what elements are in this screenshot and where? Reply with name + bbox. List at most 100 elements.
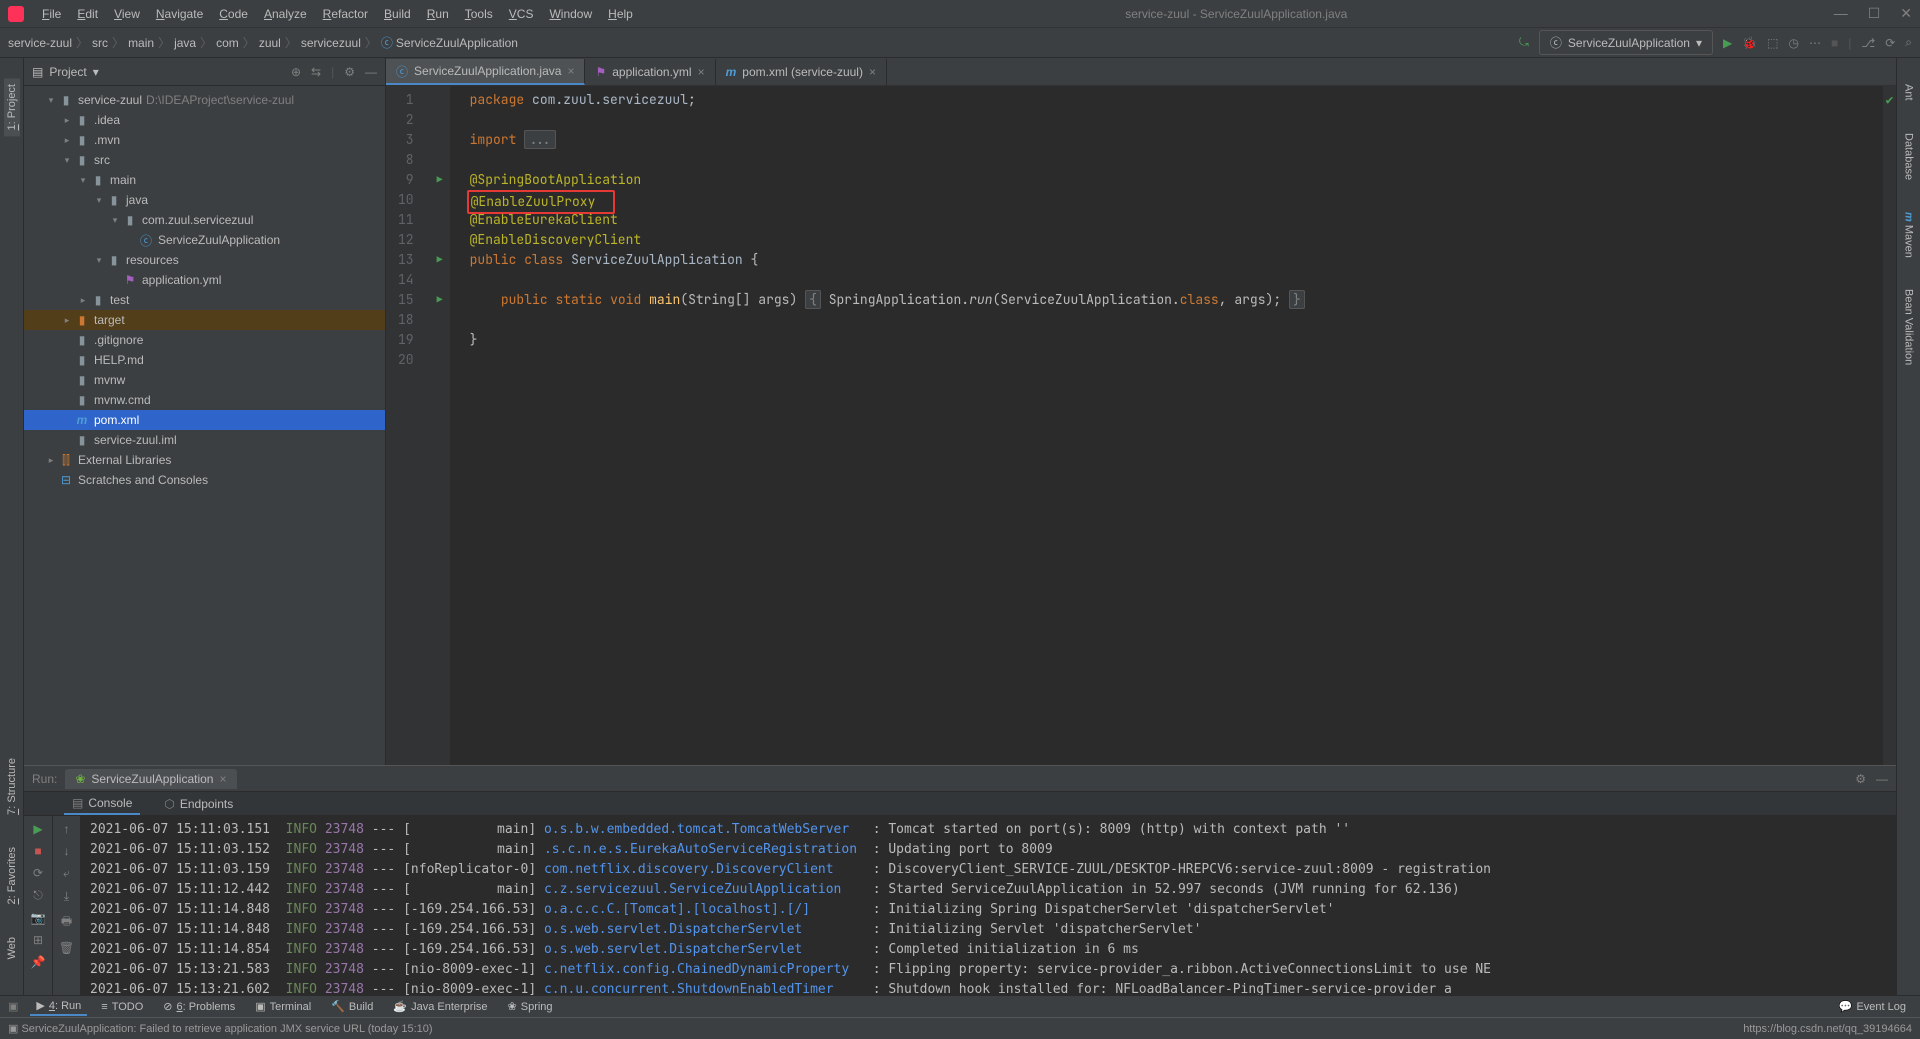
- tree-row[interactable]: ▸▮.idea: [24, 110, 385, 130]
- project-tool-tab[interactable]: 1: Project: [4, 78, 20, 136]
- menu-analyze[interactable]: Analyze: [258, 5, 313, 23]
- close-tab-icon[interactable]: ×: [869, 65, 876, 79]
- project-tree[interactable]: ▾▮service-zuul D:\IDEAProject\service-zu…: [24, 86, 385, 494]
- tree-row[interactable]: ▮service-zuul.iml: [24, 430, 385, 450]
- git-icon[interactable]: ⎇: [1861, 36, 1875, 50]
- tree-row[interactable]: ▾▮service-zuul D:\IDEAProject\service-zu…: [24, 90, 385, 110]
- hide-icon[interactable]: —: [365, 65, 377, 79]
- menu-build[interactable]: Build: [378, 5, 417, 23]
- editor-tab[interactable]: mpom.xml (service-zuul)×: [716, 59, 887, 85]
- editor-tab[interactable]: ⚑application.yml×: [585, 59, 715, 85]
- restart-icon[interactable]: ⟳: [33, 866, 43, 880]
- settings-icon[interactable]: ⚙: [1855, 772, 1866, 786]
- tree-row[interactable]: ⚑application.yml: [24, 270, 385, 290]
- maximize-icon[interactable]: ☐: [1868, 5, 1881, 22]
- breadcrumb-item[interactable]: zuul: [259, 36, 281, 50]
- maven-tool-tab[interactable]: m Maven: [1901, 206, 1917, 264]
- close-tab-icon[interactable]: ×: [567, 64, 574, 78]
- breadcrumb-item[interactable]: main: [128, 36, 154, 50]
- soft-wrap-icon[interactable]: ⤶: [63, 866, 70, 881]
- build-icon[interactable]: ⤿: [1519, 35, 1529, 50]
- tool-window-icon[interactable]: ▣: [8, 1000, 18, 1013]
- menu-help[interactable]: Help: [602, 5, 639, 23]
- tree-row[interactable]: ⊟Scratches and Consoles: [24, 470, 385, 490]
- stop-icon[interactable]: ■: [34, 844, 41, 858]
- settings-icon[interactable]: ⚙: [344, 65, 355, 79]
- bottom-tab[interactable]: ❀Spring: [502, 997, 559, 1016]
- menu-view[interactable]: View: [108, 5, 146, 23]
- run-config-selector[interactable]: ⓒ ServiceZuulApplication ▾: [1539, 30, 1713, 55]
- tree-row[interactable]: ▮HELP.md: [24, 350, 385, 370]
- bottom-tab[interactable]: ☕Java Enterprise: [387, 997, 493, 1016]
- menu-refactor[interactable]: Refactor: [317, 5, 374, 23]
- expand-all-icon[interactable]: ⇆: [311, 65, 321, 79]
- menu-run[interactable]: Run: [421, 5, 455, 23]
- web-tool-tab[interactable]: Web: [4, 931, 20, 965]
- search-icon[interactable]: ⌕: [1905, 35, 1912, 50]
- run-subtab-console[interactable]: ▤Console: [64, 793, 140, 815]
- code-area[interactable]: package com.zuul.servicezuul;import ...@…: [450, 86, 1882, 765]
- tree-row[interactable]: ▾▮java: [24, 190, 385, 210]
- tree-row[interactable]: ▾▮src: [24, 150, 385, 170]
- bottom-tab[interactable]: ≡TODO: [95, 997, 149, 1016]
- tree-row[interactable]: ▮.gitignore: [24, 330, 385, 350]
- menu-tools[interactable]: Tools: [459, 5, 499, 23]
- pin-icon[interactable]: 📌: [31, 955, 46, 969]
- coverage-icon[interactable]: ⬚: [1767, 36, 1778, 50]
- debug-icon[interactable]: 🐞: [1742, 36, 1757, 50]
- menu-vcs[interactable]: VCS: [503, 5, 540, 23]
- rerun-icon[interactable]: ▶: [33, 822, 42, 836]
- tree-row[interactable]: ⓒServiceZuulApplication: [24, 230, 385, 250]
- print-icon[interactable]: 🖶: [61, 912, 72, 933]
- select-opened-icon[interactable]: ⊕: [291, 65, 301, 79]
- breadcrumb-item[interactable]: ⓒServiceZuulApplication: [381, 34, 518, 51]
- tree-row[interactable]: ▸▮target: [24, 310, 385, 330]
- close-tab-icon[interactable]: ×: [698, 65, 705, 79]
- hide-icon[interactable]: —: [1876, 772, 1888, 786]
- structure-tool-tab[interactable]: 7: Structure: [4, 752, 20, 821]
- tree-row[interactable]: mpom.xml: [24, 410, 385, 430]
- menu-code[interactable]: Code: [213, 5, 254, 23]
- bottom-tab[interactable]: ⊘6: Problems: [157, 997, 241, 1016]
- menu-navigate[interactable]: Navigate: [150, 5, 209, 23]
- tree-row[interactable]: ▮mvnw.cmd: [24, 390, 385, 410]
- menu-window[interactable]: Window: [543, 5, 598, 23]
- tree-row[interactable]: ▸▮test: [24, 290, 385, 310]
- favorites-tool-tab[interactable]: 2: Favorites: [4, 841, 20, 910]
- breadcrumb-item[interactable]: src: [92, 36, 108, 50]
- gutter-icons[interactable]: ▶▶▶: [430, 86, 450, 765]
- menu-edit[interactable]: Edit: [71, 5, 104, 23]
- breadcrumb-item[interactable]: servicezuul: [301, 36, 361, 50]
- minimize-icon[interactable]: —: [1834, 5, 1848, 22]
- event-log-tab[interactable]: 💬 Event Log: [1833, 998, 1912, 1015]
- breadcrumb-item[interactable]: service-zuul: [8, 36, 72, 50]
- clear-icon[interactable]: 🗑: [59, 941, 74, 955]
- editor-marker-bar[interactable]: ✔: [1882, 86, 1896, 765]
- tree-row[interactable]: ▾▮resources: [24, 250, 385, 270]
- run-config-tab[interactable]: ❀ ServiceZuulApplication ×: [65, 769, 236, 789]
- bottom-tab[interactable]: 🔨Build: [325, 997, 379, 1016]
- tree-row[interactable]: ▸⫿⫿External Libraries: [24, 450, 385, 470]
- editor-tab[interactable]: ⓒServiceZuulApplication.java×: [386, 59, 585, 85]
- close-icon[interactable]: ×: [219, 772, 226, 786]
- run-subtab-endpoints[interactable]: ⬡Endpoints: [156, 794, 241, 814]
- update-icon[interactable]: ⟳: [1885, 36, 1895, 50]
- down-icon[interactable]: ↓: [64, 844, 70, 858]
- layout-icon[interactable]: ⊞: [33, 933, 43, 947]
- run-icon[interactable]: ▶: [1723, 36, 1732, 50]
- ant-tool-tab[interactable]: Ant: [1901, 78, 1917, 107]
- exit-icon[interactable]: ⎋: [33, 888, 43, 903]
- breadcrumb-item[interactable]: com: [216, 36, 239, 50]
- database-tool-tab[interactable]: Database: [1901, 127, 1917, 186]
- attach-icon[interactable]: ⋯: [1809, 36, 1821, 50]
- dump-icon[interactable]: 📷: [31, 911, 46, 925]
- scroll-end-icon[interactable]: ⤓: [64, 889, 69, 904]
- up-icon[interactable]: ↑: [64, 822, 70, 836]
- profile-icon[interactable]: ◷: [1789, 36, 1799, 50]
- tree-row[interactable]: ▾▮com.zuul.servicezuul: [24, 210, 385, 230]
- bottom-tab[interactable]: ▣Terminal: [249, 997, 317, 1016]
- tree-row[interactable]: ▸▮.mvn: [24, 130, 385, 150]
- tree-row[interactable]: ▮mvnw: [24, 370, 385, 390]
- close-icon[interactable]: ✕: [1900, 5, 1912, 22]
- project-panel-title[interactable]: ▤ Project ▾: [32, 65, 99, 79]
